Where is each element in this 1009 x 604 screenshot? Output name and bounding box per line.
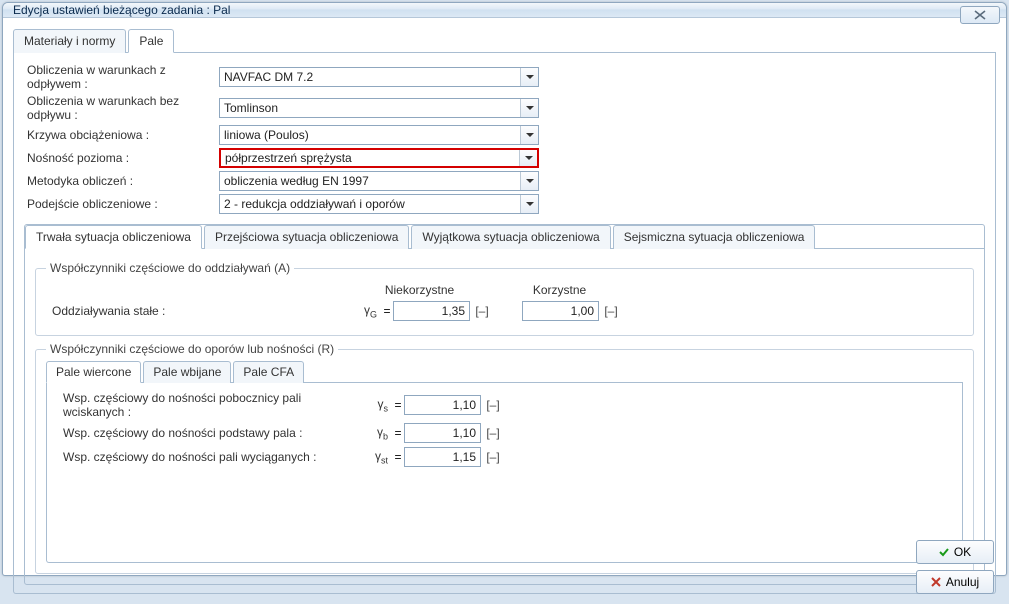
chevron-down-icon[interactable] — [520, 99, 538, 117]
tab-piles[interactable]: Pale — [128, 29, 174, 53]
row-gamma-s: Wsp. częściowy do nośności pobocznicy pa… — [57, 391, 952, 419]
content-area: Materiały i normy Pale Obliczenia w waru… — [3, 18, 1006, 604]
tab-accidental-situation[interactable]: Wyjątkowa sytuacja obliczeniowa — [411, 225, 610, 249]
label-loadcurve: Krzywa obciążeniowa : — [24, 128, 219, 142]
input-gamma-g-fav[interactable] — [522, 301, 599, 321]
pile-type-body: Wsp. częściowy do nośności pobocznicy pa… — [46, 383, 963, 563]
combo-methodology[interactable]: obliczenia według EN 1997 — [219, 171, 539, 191]
form-row-loadcurve: Krzywa obciążeniowa : liniowa (Poulos) — [24, 125, 985, 145]
input-gamma-st[interactable] — [404, 447, 481, 467]
unit-st: [–] — [481, 450, 505, 464]
situations-frame: Trwała sytuacja obliczeniowa Przejściowa… — [24, 224, 985, 585]
group-actions-legend: Współczynniki częściowe do oddziaływań (… — [46, 261, 294, 275]
tab-driven-piles[interactable]: Pale wbijane — [143, 361, 231, 383]
chevron-down-icon[interactable] — [519, 150, 537, 166]
form-row-horizontal: Nośność pozioma : półprzestrzeń sprężyst… — [24, 148, 985, 168]
cancel-button[interactable]: Anuluj — [916, 570, 994, 594]
main-tabs: Materiały i normy Pale — [13, 28, 996, 53]
input-gamma-s[interactable] — [404, 395, 481, 415]
ok-button-label: OK — [954, 545, 971, 559]
unit-1: [–] — [470, 304, 494, 318]
combo-drained-value: NAVFAC DM 7.2 — [219, 67, 539, 87]
input-gamma-b[interactable] — [404, 423, 481, 443]
eq-st: = — [392, 450, 404, 464]
unit-s: [–] — [481, 398, 505, 412]
unit-b: [–] — [481, 426, 505, 440]
form-row-approach: Podejście obliczeniowe : 2 - redukcja od… — [24, 194, 985, 214]
tab-seismic-situation[interactable]: Sejsmiczna sytuacja obliczeniowa — [613, 225, 816, 249]
row-gamma-b: Wsp. częściowy do nośności podstawy pala… — [57, 423, 952, 443]
row-permanent-actions: Oddziaływania stałe : γG = [–] [–] — [46, 301, 963, 321]
label-gamma-b: Wsp. częściowy do nośności podstawy pala… — [57, 426, 357, 440]
label-methodology: Metodyka obliczeń : — [24, 174, 219, 188]
window-title: Edycja ustawień bieżącego zadania : Pal — [13, 3, 230, 17]
tab-bored-piles[interactable]: Pale wiercone — [46, 361, 141, 383]
tab-cfa-piles[interactable]: Pale CFA — [233, 361, 304, 383]
group-resistance: Współczynniki częściowe do oporów lub no… — [35, 342, 974, 574]
eq-1: = — [381, 304, 393, 318]
symbol-gamma-s: γs — [357, 397, 392, 413]
combo-loadcurve[interactable]: liniowa (Poulos) — [219, 125, 539, 145]
tab-body: Obliczenia w warunkach z odpływem : NAVF… — [13, 53, 996, 594]
ok-button[interactable]: OK — [916, 540, 994, 564]
symbol-gamma-g: γG — [346, 303, 381, 319]
combo-undrained-value: Tomlinson — [219, 98, 539, 118]
symbol-gamma-st: γst — [357, 449, 392, 465]
hdr-favourable: Korzystne — [521, 283, 598, 297]
label-undrained: Obliczenia w warunkach bez odpływu : — [24, 94, 219, 122]
tab-permanent-situation[interactable]: Trwała sytuacja obliczeniowa — [25, 225, 202, 249]
hdr-unfavourable: Niekorzystne — [381, 283, 458, 297]
chevron-down-icon[interactable] — [520, 68, 538, 86]
dialog-window: Edycja ustawień bieżącego zadania : Pal … — [2, 2, 1007, 576]
combo-horizontal-value: półprzestrzeń sprężysta — [219, 148, 539, 168]
combo-approach[interactable]: 2 - redukcja oddziaływań i oporów — [219, 194, 539, 214]
situation-tabs: Trwała sytuacja obliczeniowa Przejściowa… — [25, 224, 984, 249]
group-actions: Współczynniki częściowe do oddziaływań (… — [35, 261, 974, 336]
pile-type-tabs: Pale wiercone Pale wbijane Pale CFA — [46, 360, 963, 383]
headers-actions: Niekorzystne Korzystne — [46, 283, 963, 297]
label-horizontal: Nośność pozioma : — [24, 151, 219, 165]
cross-icon — [931, 577, 941, 587]
combo-approach-value: 2 - redukcja oddziaływań i oporów — [219, 194, 539, 214]
button-bar: OK Anuluj — [916, 540, 994, 594]
label-gamma-st: Wsp. częściowy do nośności pali wyciągan… — [57, 450, 357, 464]
combo-undrained[interactable]: Tomlinson — [219, 98, 539, 118]
eq-s: = — [392, 398, 404, 412]
group-resistance-legend: Współczynniki częściowe do oporów lub no… — [46, 342, 338, 356]
check-icon — [939, 547, 949, 557]
cancel-button-label: Anuluj — [946, 575, 979, 589]
chevron-down-icon[interactable] — [520, 126, 538, 144]
label-approach: Podejście obliczeniowe : — [24, 197, 219, 211]
input-gamma-g-unfav[interactable] — [393, 301, 470, 321]
tab-materials[interactable]: Materiały i normy — [13, 29, 126, 53]
situation-body: Współczynniki częściowe do oddziaływań (… — [25, 249, 984, 584]
label-permanent-actions: Oddziaływania stałe : — [46, 304, 346, 318]
form-row-drained: Obliczenia w warunkach z odpływem : NAVF… — [24, 63, 985, 91]
unit-2: [–] — [599, 304, 623, 318]
eq-b: = — [392, 426, 404, 440]
row-gamma-st: Wsp. częściowy do nośności pali wyciągan… — [57, 447, 952, 467]
form-row-methodology: Metodyka obliczeń : obliczenia według EN… — [24, 171, 985, 191]
combo-horizontal[interactable]: półprzestrzeń sprężysta — [219, 148, 539, 168]
combo-methodology-value: obliczenia według EN 1997 — [219, 171, 539, 191]
form-row-undrained: Obliczenia w warunkach bez odpływu : Tom… — [24, 94, 985, 122]
tab-transient-situation[interactable]: Przejściowa sytuacja obliczeniowa — [204, 225, 409, 249]
combo-drained[interactable]: NAVFAC DM 7.2 — [219, 67, 539, 87]
combo-loadcurve-value: liniowa (Poulos) — [219, 125, 539, 145]
symbol-gamma-b: γb — [357, 425, 392, 441]
label-drained: Obliczenia w warunkach z odpływem : — [24, 63, 219, 91]
chevron-down-icon[interactable] — [520, 172, 538, 190]
label-gamma-s: Wsp. częściowy do nośności pobocznicy pa… — [57, 391, 357, 419]
chevron-down-icon[interactable] — [520, 195, 538, 213]
titlebar: Edycja ustawień bieżącego zadania : Pal — [3, 3, 1006, 18]
